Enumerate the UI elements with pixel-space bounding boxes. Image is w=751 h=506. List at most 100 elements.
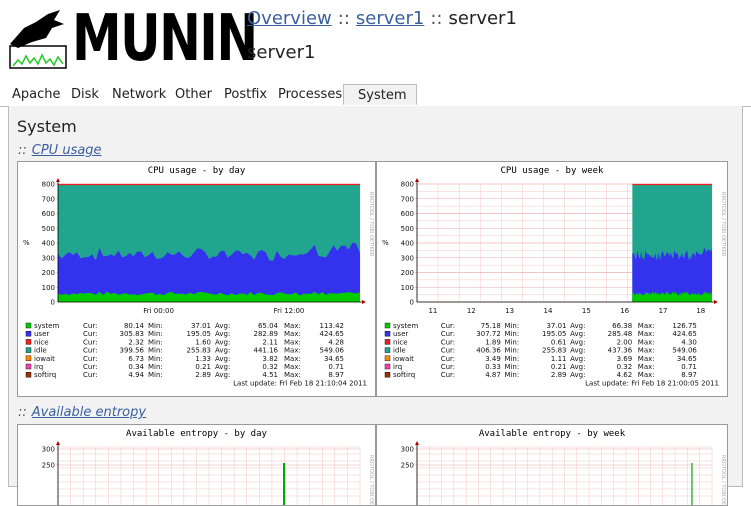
legend-value: 6.73 (128, 355, 144, 363)
y-tick-label: 300 (42, 446, 55, 454)
legend-value: 4.87 (485, 371, 501, 379)
legend-value: 285.48 (608, 330, 633, 338)
legend-value: 3.49 (485, 355, 501, 363)
legend-value: 113.42 (320, 322, 345, 330)
legend-swatch (384, 322, 391, 329)
legend-column-label: Avg: (570, 322, 585, 330)
legend-column-label: Min: (148, 347, 163, 355)
legend-label: iowait (393, 355, 414, 363)
legend-column-label: Max: (284, 347, 301, 355)
legend-value: 8.97 (681, 371, 697, 379)
y-tick-label: 300 (401, 446, 414, 454)
legend-value: 4.62 (617, 371, 633, 379)
legend-column-label: Max: (284, 371, 301, 379)
legend-value: 0.71 (328, 363, 344, 371)
rrdtool-watermark: RRDTOOL / TOBI OETIKER (720, 455, 726, 505)
legend-column-label: Cur: (441, 355, 455, 363)
legend-label: system (393, 322, 418, 330)
legend-column-label: Avg: (215, 355, 230, 363)
axis-arrow (56, 178, 60, 182)
legend-value: 2.89 (551, 371, 567, 379)
legend-column-label: Min: (148, 338, 163, 346)
breadcrumb-separator: :: (430, 8, 443, 29)
legend-value: 399.56 (120, 347, 145, 355)
legend-value: 75.18 (481, 322, 501, 330)
legend-column-label: Max: (638, 322, 655, 330)
munin-logo[interactable]: MUNIN (8, 2, 258, 76)
legend-value: 2.00 (617, 338, 633, 346)
legend-column-label: Avg: (570, 347, 585, 355)
y-tick-label: 400 (401, 240, 414, 248)
tab-disk[interactable]: Disk (71, 87, 99, 102)
legend-column-label: Cur: (441, 347, 455, 355)
legend-value: 0.71 (681, 363, 697, 371)
y-tick-label: 250 (401, 462, 414, 470)
legend-label: nice (34, 338, 49, 346)
y-tick-label: 800 (401, 181, 414, 189)
x-tick-label: 15 (582, 307, 591, 315)
cpu-week-graph[interactable]: CPU usage - by week RRDTOOL / TOBI OETIKE… (376, 161, 728, 397)
x-tick-label: 11 (428, 307, 437, 315)
legend-value: 424.65 (320, 330, 345, 338)
breadcrumb: Overview:: server1:: server1 (247, 8, 517, 29)
y-axis-label: % (382, 239, 389, 247)
legend-column-label: Min: (148, 363, 163, 371)
breadcrumb-overview-link[interactable]: Overview (247, 8, 332, 29)
tab-processes[interactable]: Processes (278, 87, 342, 102)
legend-column-label: Cur: (441, 371, 455, 379)
legend-value: 8.97 (328, 371, 344, 379)
legend-value: 4.28 (328, 338, 344, 346)
y-tick-label: 250 (42, 462, 55, 470)
legend-column-label: Max: (284, 322, 301, 330)
legend-column-label: Avg: (215, 338, 230, 346)
axis-arrow (362, 300, 366, 304)
legend-column-label: Max: (284, 330, 301, 338)
y-tick-label: 600 (42, 210, 55, 218)
y-tick-label: 100 (401, 284, 414, 292)
axis-arrow (714, 300, 718, 304)
x-tick-label: 18 (696, 307, 705, 315)
y-tick-label: 300 (42, 254, 55, 262)
tab-other[interactable]: Other (175, 87, 212, 102)
legend-column-label: Avg: (570, 330, 585, 338)
tab-system[interactable]: System (343, 84, 417, 105)
entropy-spike (691, 463, 693, 505)
legend-label: user (393, 330, 408, 338)
legend-value: 406.36 (476, 347, 501, 355)
legend-value: 80.14 (124, 322, 145, 330)
tab-postfix[interactable]: Postfix (224, 87, 267, 102)
legend-column-label: Cur: (441, 363, 455, 371)
legend-column-label: Avg: (570, 371, 585, 379)
legend-value: 4.94 (128, 371, 144, 379)
legend-column-label: Avg: (215, 371, 230, 379)
tab-apache[interactable]: Apache (12, 87, 61, 102)
entropy-week-graph[interactable]: Available entropy - by week RRDTOOL / TOB… (376, 424, 728, 506)
legend-swatch (384, 355, 391, 362)
legend-column-label: Max: (284, 338, 301, 346)
legend-value: 305.83 (120, 330, 145, 338)
cpu-usage-link[interactable]: CPU usage (32, 143, 102, 158)
tab-network[interactable]: Network (112, 87, 166, 102)
legend-value: 282.89 (254, 330, 279, 338)
legend-column-label: Min: (504, 338, 519, 346)
available-entropy-link[interactable]: Available entropy (32, 405, 146, 420)
legend-swatch (384, 363, 391, 370)
legend-value: 0.33 (485, 363, 501, 371)
legend-value: 126.75 (672, 322, 697, 330)
legend-column-label: Min: (148, 355, 163, 363)
legend-value: 437.36 (608, 347, 633, 355)
legend-column-label: Avg: (215, 330, 230, 338)
legend-column-label: Cur: (441, 322, 455, 330)
cpu-day-graph[interactable]: CPU usage - by day RRDTOOL / TOBI OETIKER… (17, 161, 376, 397)
breadcrumb-separator: :: (337, 8, 350, 29)
legend-column-label: Cur: (83, 322, 97, 330)
legend-column-label: Avg: (570, 363, 585, 371)
legend-column-label: Min: (504, 347, 519, 355)
legend-column-label: Max: (638, 347, 655, 355)
legend-value: 0.32 (262, 363, 278, 371)
graph-title: Available entropy - by day (126, 429, 267, 439)
legend-value: 1.60 (195, 338, 211, 346)
entropy-day-graph[interactable]: Available entropy - by day RRDTOOL / TOBI… (17, 424, 376, 506)
breadcrumb-server-link[interactable]: server1 (356, 8, 424, 29)
y-tick-label: 500 (42, 225, 55, 233)
